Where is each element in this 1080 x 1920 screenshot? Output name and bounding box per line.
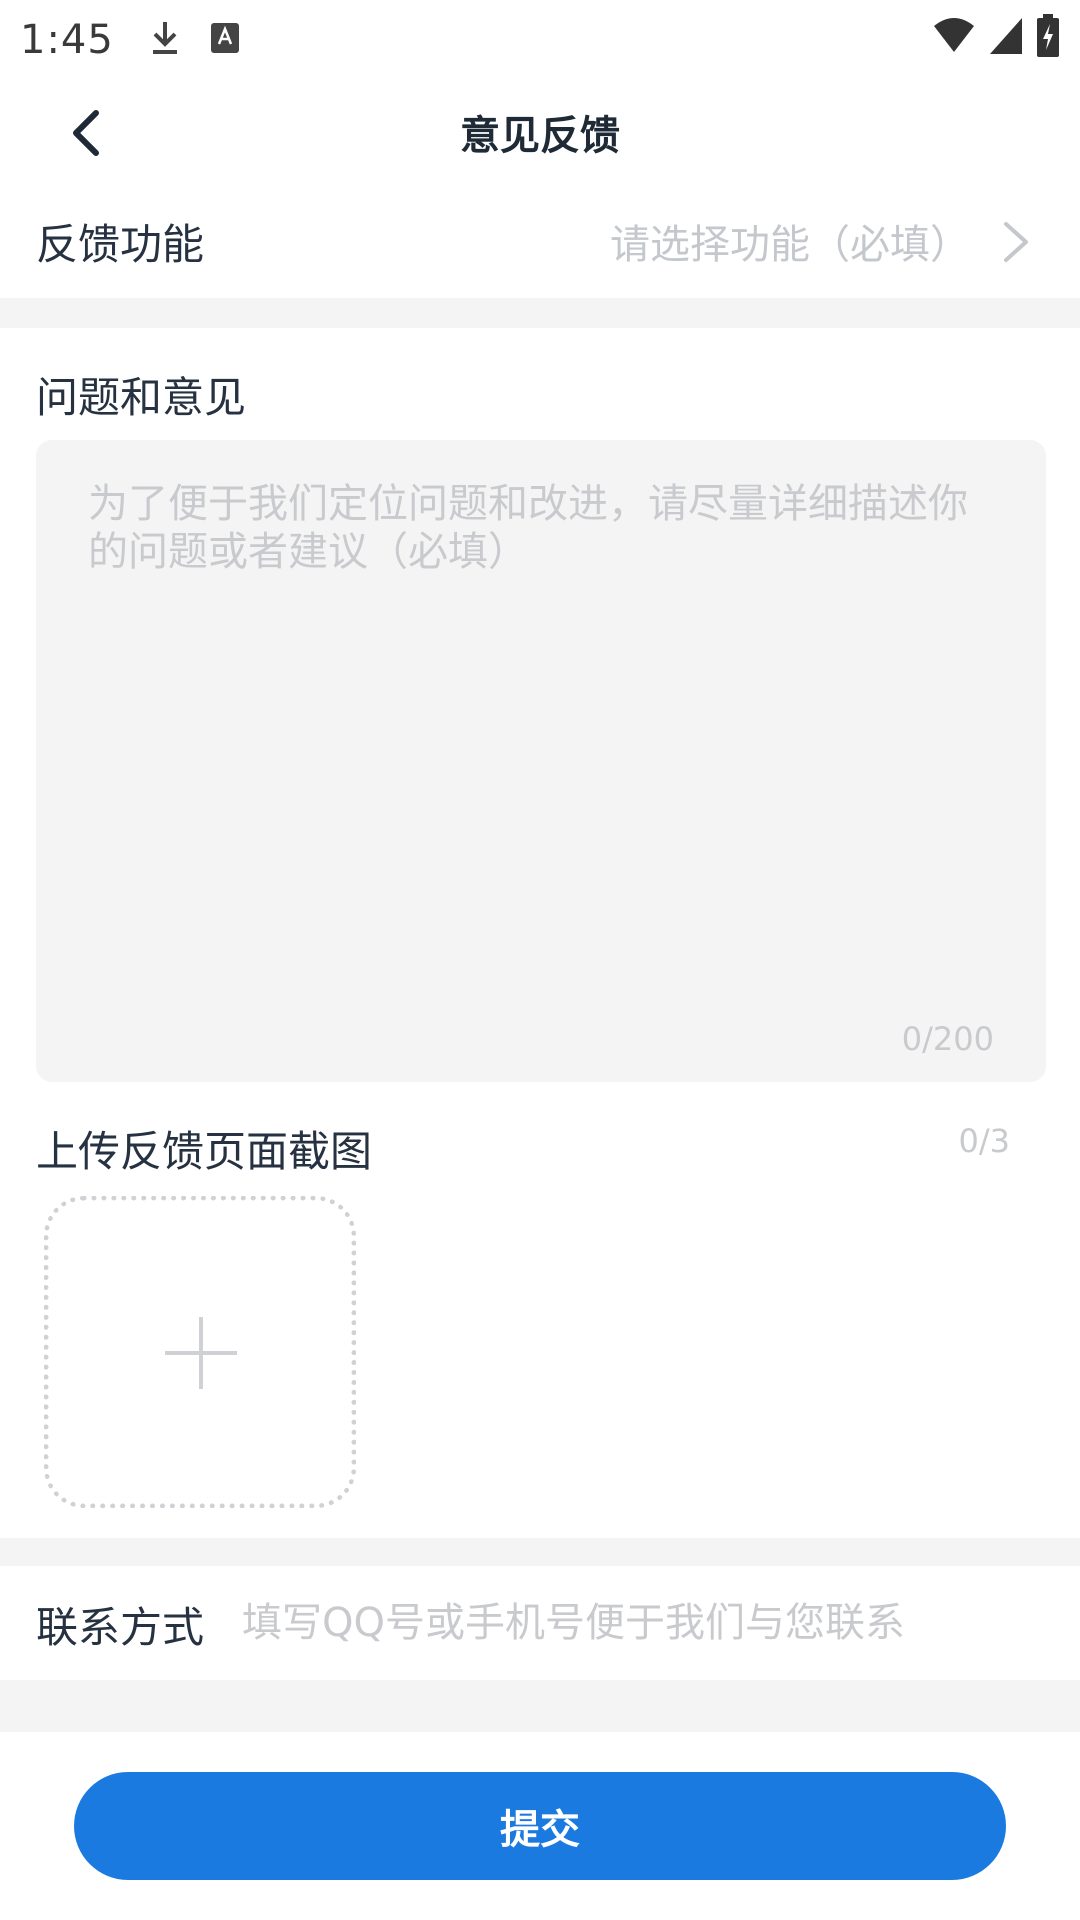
status-time: 1:45 xyxy=(20,17,114,63)
section-divider xyxy=(0,1538,1080,1566)
wifi-icon xyxy=(932,16,976,60)
chevron-left-icon xyxy=(73,110,99,156)
chevron-right-icon xyxy=(1004,222,1028,262)
upload-count: 0/3 xyxy=(958,1122,1011,1160)
keyboard-a-icon xyxy=(210,22,240,58)
feedback-section-label: 问题和意见 xyxy=(36,373,247,422)
battery-icon xyxy=(1036,14,1060,62)
signal-icon xyxy=(988,16,1024,60)
feedback-char-count: 0/200 xyxy=(901,1020,994,1058)
plus-icon xyxy=(165,1317,237,1389)
section-divider xyxy=(0,298,1080,328)
contact-input[interactable] xyxy=(240,1590,1020,1656)
feedback-function-row[interactable]: 反馈功能 请选择功能（必填） xyxy=(0,184,1080,298)
feedback-textarea[interactable]: 为了便于我们定位问题和改进，请尽量详细描述你的问题或者建议（必填） 0/200 xyxy=(36,440,1046,1082)
status-left-icons xyxy=(150,20,240,60)
section-divider xyxy=(0,1680,1080,1732)
back-button[interactable] xyxy=(50,98,120,168)
feedback-placeholder: 为了便于我们定位问题和改进，请尽量详细描述你的问题或者建议（必填） xyxy=(88,481,968,575)
feedback-function-label: 反馈功能 xyxy=(36,219,205,269)
contact-label: 联系方式 xyxy=(36,1603,205,1652)
upload-section-label: 上传反馈页面截图 xyxy=(36,1127,373,1176)
feedback-function-placeholder: 请选择功能（必填） xyxy=(610,222,970,268)
status-bar: 1:45 xyxy=(0,0,1080,80)
status-right-icons xyxy=(932,14,1060,62)
contact-row: 联系方式 xyxy=(0,1566,1080,1680)
app-bar: 意见反馈 xyxy=(0,80,1080,184)
submit-button[interactable]: 提交 xyxy=(74,1772,1006,1880)
download-icon xyxy=(150,20,180,60)
page-title: 意见反馈 xyxy=(460,113,620,159)
add-screenshot-button[interactable] xyxy=(44,1196,356,1508)
